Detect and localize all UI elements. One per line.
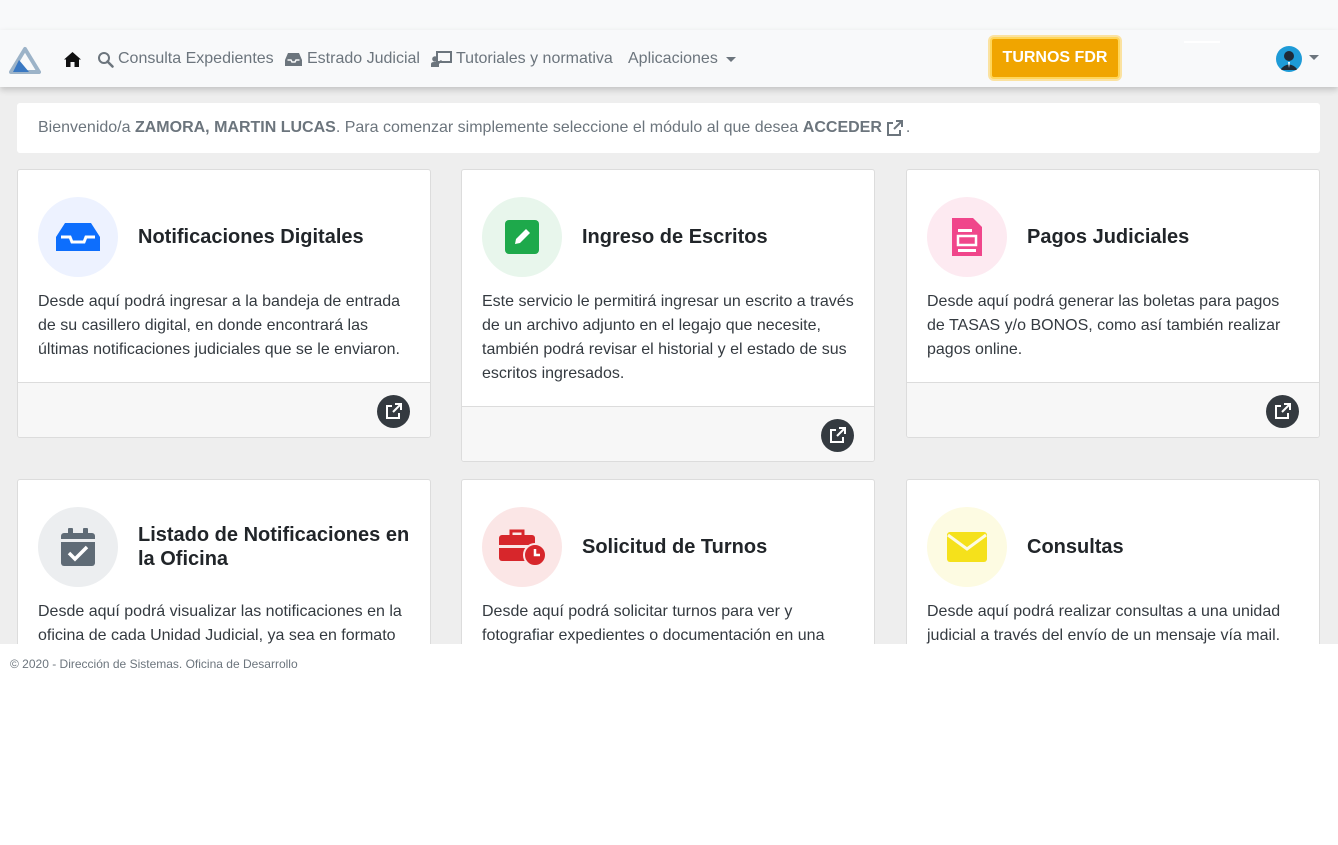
card-description: Desde aquí podrá visualizar las notifica… (38, 603, 402, 644)
card-title: Solicitud de Turnos (582, 536, 768, 558)
welcome-text: . Para comenzar simplemente seleccione e… (335, 119, 799, 136)
external-link-icon (886, 119, 903, 136)
envelope-icon (947, 532, 987, 562)
nav-tutoriales[interactable]: Tutoriales y normativa (431, 48, 613, 70)
card-footer (18, 382, 430, 437)
welcome-prefix: Bienvenido/a (38, 119, 131, 136)
welcome-end: . (905, 119, 911, 136)
home-icon (64, 51, 81, 67)
home-link[interactable] (63, 48, 82, 70)
external-link-icon (386, 403, 402, 419)
card-icon-circle (927, 197, 1007, 277)
search-icon (98, 51, 114, 68)
nav-consulta-expedientes[interactable]: Consulta Expedientes (97, 48, 274, 70)
card-title: Ingreso de Escritos (582, 226, 768, 248)
card-solicitud-turnos: Solicitud de Turnos Desde aquí podrá sol… (461, 479, 875, 644)
card-ingreso-escritos: Ingreso de Escritos Este servicio le per… (461, 169, 875, 462)
calendar-check-icon (61, 528, 95, 566)
acceder-label: ACCEDER (802, 119, 882, 136)
nav-estrado-judicial[interactable]: Estrado Judicial (284, 48, 420, 70)
nav-label: Aplicaciones (628, 50, 718, 67)
card-title: Pagos Judiciales (1027, 226, 1190, 248)
card-icon-circle (38, 197, 118, 277)
nav-underline (1184, 41, 1220, 43)
card-footer (462, 406, 874, 461)
turnos-fdr-button[interactable]: TURNOS FDR (990, 37, 1120, 79)
nav-label: Tutoriales y normativa (456, 50, 613, 67)
briefcase-clock-icon (499, 529, 547, 567)
card-description: Desde aquí podrá generar las boletas par… (927, 293, 1281, 358)
open-module-button[interactable] (1266, 395, 1299, 428)
user-avatar[interactable] (1276, 46, 1302, 72)
card-description: Este servicio le permitirá ingresar un e… (482, 293, 854, 382)
inbox-icon (285, 52, 302, 66)
welcome-banner: Bienvenido/a ZAMORA, MARTIN LUCAS. Para … (17, 103, 1320, 153)
card-icon-circle (482, 197, 562, 277)
logo[interactable] (9, 46, 41, 74)
user-name: ZAMORA, MARTIN LUCAS (134, 119, 336, 136)
chevron-down-icon[interactable] (1309, 55, 1319, 60)
card-icon-circle (38, 507, 118, 587)
card-pagos-judiciales: Pagos Judiciales Desde aquí podrá genera… (906, 169, 1320, 438)
footer-copyright: © 2020 - Dirección de Sistemas. Oficina … (10, 657, 298, 671)
card-consultas: Consultas Desde aquí podrá realizar cons… (906, 479, 1320, 644)
inbox-icon (56, 223, 100, 251)
card-footer (907, 382, 1319, 437)
card-title: Consultas (1027, 536, 1124, 558)
card-description: Desde aquí podrá solicitar turnos para v… (482, 603, 825, 644)
chevron-down-icon (725, 56, 736, 62)
user-icon (1280, 51, 1298, 70)
card-icon-circle (927, 507, 1007, 587)
card-description: Desde aquí podrá ingresar a la bandeja d… (38, 293, 401, 358)
card-title: Notificaciones Digitales (138, 226, 364, 248)
card-notificaciones-digitales: Notificaciones Digitales Desde aquí podr… (17, 169, 431, 438)
nav-label: Estrado Judicial (307, 50, 420, 67)
card-icon-circle (482, 507, 562, 587)
open-module-button[interactable] (377, 395, 410, 428)
edit-icon (505, 220, 539, 254)
open-module-button[interactable] (821, 419, 854, 452)
navbar: Consulta Expedientes Estrado Judicial Tu… (0, 30, 1338, 87)
document-icon (952, 218, 982, 256)
external-link-icon (830, 427, 846, 443)
top-strip (0, 0, 1338, 30)
card-listado-notificaciones: Listado de Notificaciones en la Oficina … (17, 479, 431, 644)
card-description: Desde aquí podrá realizar consultas a un… (927, 603, 1281, 644)
nav-label: Consulta Expedientes (118, 50, 274, 67)
card-title: Listado de Notificaciones en la Oficina (138, 524, 410, 570)
external-link-icon (1275, 403, 1291, 419)
nav-aplicaciones-dropdown[interactable]: Aplicaciones (628, 48, 736, 70)
chalkboard-teacher-icon (431, 50, 452, 67)
main-content: Bienvenido/a ZAMORA, MARTIN LUCAS. Para … (0, 87, 1338, 644)
